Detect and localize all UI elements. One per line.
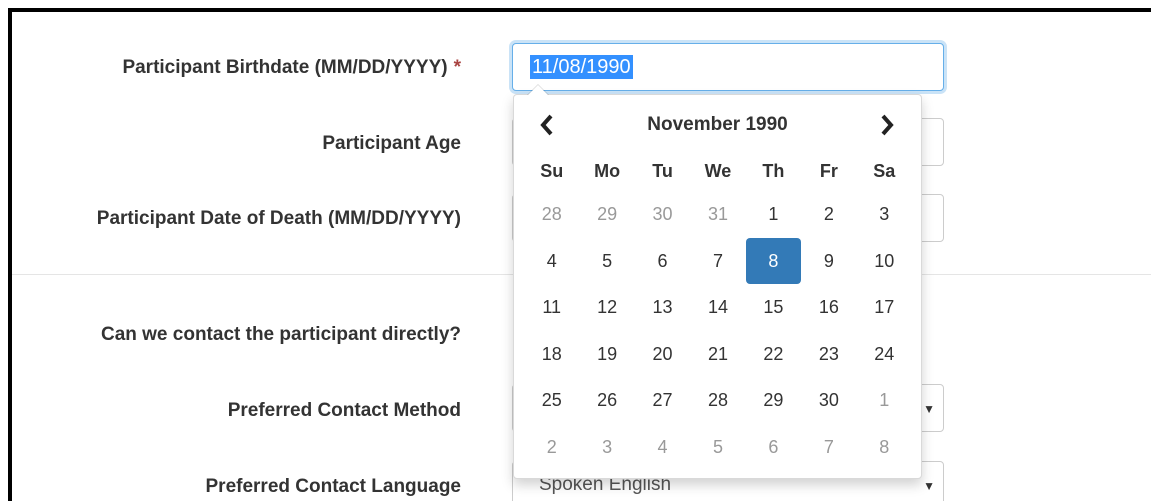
birthdate-input[interactable]: 11/08/1990 [512,43,944,91]
birthdate-value: 11/08/1990 [530,55,633,79]
top-edge [0,0,1159,8]
day-cell[interactable]: 6 [635,238,690,285]
birthdate-label: Participant Birthdate (MM/DD/YYYY) * [122,57,461,79]
chevron-right-icon[interactable] [867,107,907,143]
day-cell-selected[interactable]: 8 [745,237,802,284]
day-cell[interactable]: 30 [635,191,690,238]
datepicker-month-title[interactable]: November 1990 [614,107,821,143]
day-cell[interactable]: 6 [746,424,801,471]
day-cell[interactable]: 28 [690,377,745,424]
weekday-header: We [704,161,732,181]
day-cell[interactable]: 1 [857,377,912,424]
day-cell[interactable]: 26 [579,377,634,424]
weekday-header: Fr [819,161,838,181]
day-cell[interactable]: 18 [524,331,579,378]
day-cell[interactable]: 14 [690,284,745,331]
day-cell[interactable]: 2 [801,191,856,238]
day-cell[interactable]: 5 [579,238,634,285]
day-cell[interactable]: 21 [690,331,745,378]
day-cell[interactable]: 28 [524,191,579,238]
day-cell[interactable]: 27 [635,377,690,424]
day-cell[interactable]: 11 [524,284,579,331]
date-of-death-label: Participant Date of Death (MM/DD/YYYY) [96,208,461,229]
day-cell[interactable]: 20 [635,331,690,378]
day-cell[interactable]: 25 [524,377,579,424]
contact-method-label: Preferred Contact Method [227,400,461,421]
day-cell[interactable]: 23 [801,331,856,378]
age-label: Participant Age [322,133,461,154]
caret-down-icon: ▼ [923,402,935,416]
contact-directly-label: Can we contact the participant directly? [100,324,461,345]
chevron-left-icon[interactable] [527,107,567,143]
day-cell[interactable]: 9 [801,238,856,285]
day-cell[interactable]: 13 [635,284,690,331]
day-cell[interactable]: 16 [801,284,856,331]
weekday-header: Sa [873,161,896,181]
required-mark: * [453,57,461,78]
day-cell[interactable]: 5 [690,424,745,471]
day-cell[interactable]: 19 [579,331,634,378]
day-cell[interactable]: 22 [746,331,801,378]
day-cell[interactable]: 29 [579,191,634,238]
weekday-header: Tu [652,161,673,181]
day-cell[interactable]: 4 [635,424,690,471]
datepicker-header: November 1990 [514,107,921,143]
day-cell[interactable]: 2 [524,424,579,471]
weekday-header: Th [762,161,785,181]
datepicker-grid: Su Mo Tu We Th Fr Sa 28 29 30 31 1 2 3 4 5 6 7 8 9 10 11 12 13 1… [524,151,912,470]
contact-language-label: Preferred Contact Language [205,476,462,497]
day-cell[interactable]: 4 [524,238,579,285]
day-cell[interactable]: 24 [857,331,912,378]
day-cell[interactable]: 8 [857,424,912,471]
datepicker-popup: November 1990 Su Mo Tu We Th Fr Sa 28 29 30 31 1 2 3 4… [513,84,922,479]
day-cell[interactable]: 1 [746,191,801,238]
day-cell[interactable]: 30 [801,377,856,424]
day-cell[interactable]: 3 [579,424,634,471]
popup-arrow-inner [528,85,548,95]
birthdate-label-text: Participant Birthdate (MM/DD/YYYY) [122,57,448,78]
day-cell[interactable]: 7 [801,424,856,471]
day-cell[interactable]: 17 [857,284,912,331]
day-cell[interactable]: 7 [690,238,745,285]
day-cell[interactable]: 29 [746,377,801,424]
day-cell[interactable]: 3 [857,191,912,238]
day-cell[interactable]: 10 [857,238,912,285]
weekday-header: Mo [594,161,621,181]
day-cell[interactable]: 15 [746,284,801,331]
day-cell[interactable]: 12 [579,284,634,331]
weekday-header: Su [540,161,564,181]
day-cell[interactable]: 31 [690,191,745,238]
caret-down-icon: ▼ [923,479,935,493]
